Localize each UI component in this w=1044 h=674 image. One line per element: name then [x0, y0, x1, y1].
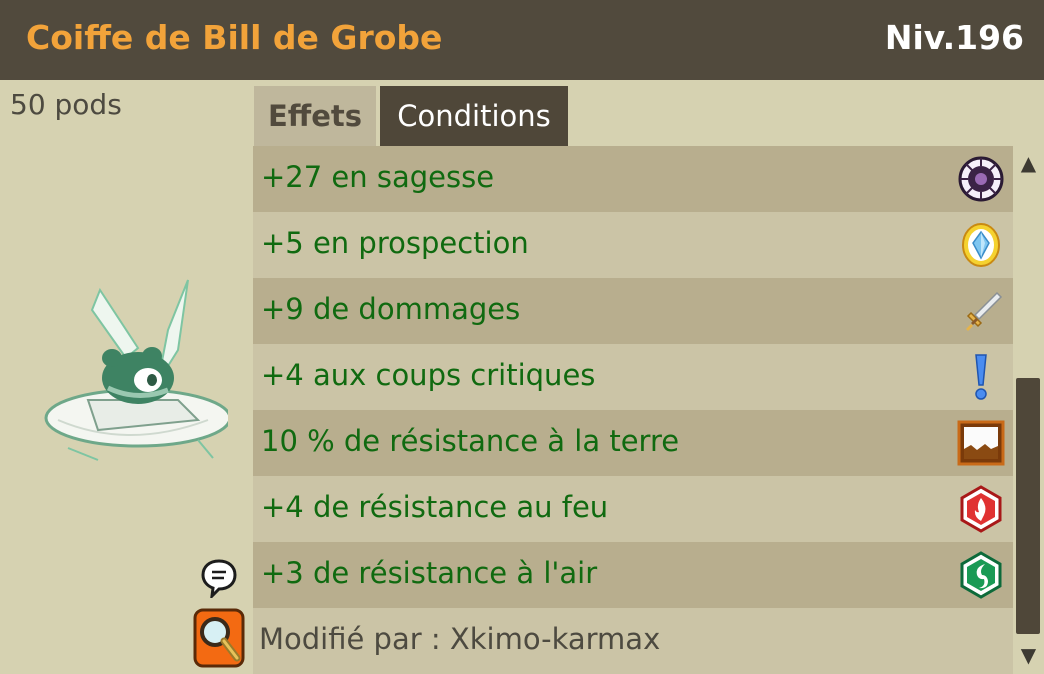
critical-exclamation-icon	[975, 354, 987, 400]
effect-row: +4 de résistance au feu	[253, 476, 1013, 542]
damage-sword-icon	[966, 291, 1003, 331]
magnifier-icon[interactable]	[193, 608, 245, 668]
earth-resistance-icon	[957, 420, 1005, 466]
prospecting-icon	[962, 223, 1000, 267]
chat-bubble-icon[interactable]	[200, 558, 238, 598]
item-name: Coiffe de Bill de Grobe	[26, 18, 443, 57]
effect-text: +4 aux coups critiques	[261, 358, 596, 392]
item-header: Coiffe de Bill de Grobe Niv.196	[0, 0, 1044, 80]
modified-by-text: Modifié par : Xkimo-karmax	[259, 622, 661, 656]
tab-conditions[interactable]: Conditions	[380, 86, 568, 146]
effect-row: +3 de résistance à l'air	[253, 542, 1013, 608]
effect-text: +9 de dommages	[261, 292, 521, 326]
effect-row: +5 en prospection	[253, 212, 1013, 278]
tab-effets[interactable]: Effets	[254, 86, 376, 146]
effect-row: 10 % de résistance à la terre	[253, 410, 1013, 476]
effect-text: +4 de résistance au feu	[261, 490, 609, 524]
effect-text: +27 en sagesse	[261, 160, 495, 194]
scroll-up-arrow-icon[interactable]: ▲	[1013, 148, 1044, 178]
effect-text: 10 % de résistance à la terre	[261, 424, 680, 458]
effect-row: +9 de dommages	[253, 278, 1013, 344]
wisdom-icon	[958, 156, 1004, 202]
modified-by-row: Modifié par : Xkimo-karmax	[253, 608, 1013, 674]
fire-resistance-icon	[960, 485, 1002, 533]
effects-list: +27 en sagesse +5 en prospection +9 de d…	[253, 146, 1013, 608]
effect-row: +4 aux coups critiques	[253, 344, 1013, 410]
item-level: Niv.196	[884, 18, 1024, 57]
item-weight: 50 pods	[10, 88, 122, 121]
item-illustration	[44, 279, 228, 461]
scroll-thumb[interactable]	[1016, 378, 1040, 634]
effect-text: +5 en prospection	[261, 226, 529, 260]
air-resistance-icon	[960, 551, 1002, 599]
effect-row: +27 en sagesse	[253, 146, 1013, 212]
scroll-down-arrow-icon[interactable]: ▼	[1013, 640, 1044, 670]
effect-text: +3 de résistance à l'air	[261, 556, 598, 590]
effects-scrollbar[interactable]: ▲ ▼	[1013, 146, 1044, 674]
